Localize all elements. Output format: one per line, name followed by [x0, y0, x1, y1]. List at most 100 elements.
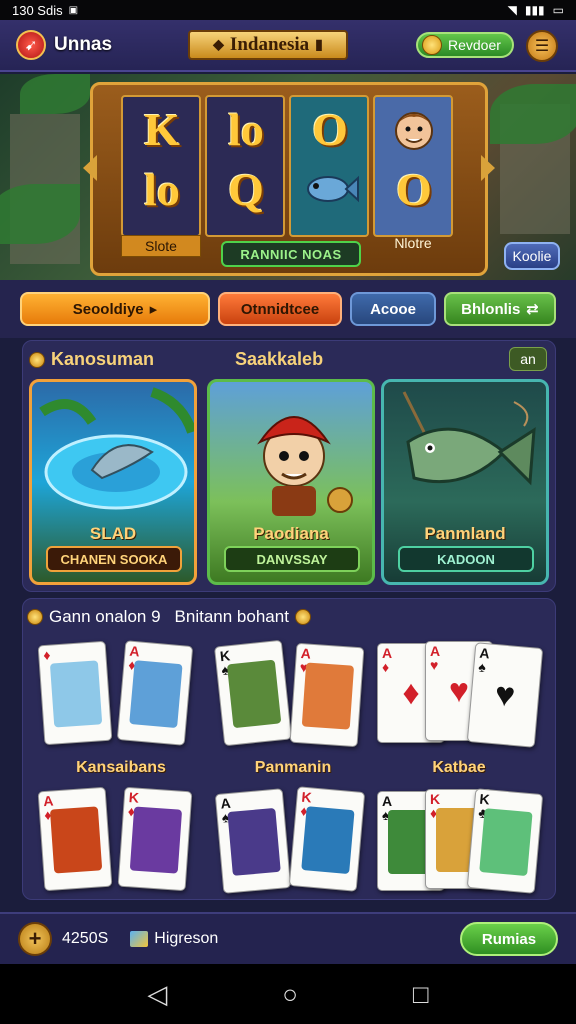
reel-3: O — [289, 95, 369, 237]
coin-icon — [422, 35, 442, 55]
reel-2: lo Q — [205, 95, 285, 237]
playing-card: K ♦ — [288, 786, 366, 892]
add-funds-button[interactable]: + — [18, 922, 52, 956]
game-card-1[interactable]: SLAD CHANEN SOOKA — [29, 379, 197, 585]
menu-icon: ☰ — [534, 38, 550, 55]
filter-label: Otnnidtcee — [240, 300, 320, 318]
filter-label: Acooe — [370, 300, 416, 318]
filter-label: Seooldiye — [72, 300, 144, 318]
card-group-heroes[interactable]: A ♠ K ♦ K ♣ — [375, 783, 544, 913]
playing-card: A ♠ ♥ — [466, 642, 544, 748]
reel-symbol: K — [144, 103, 180, 155]
action-button[interactable]: Rumias — [460, 922, 558, 956]
game-name: Panmland — [424, 524, 506, 543]
plus-icon: + — [28, 926, 42, 951]
balance-value: 4250S — [62, 930, 109, 947]
reel-4: O — [373, 95, 453, 237]
spin-badge[interactable]: RANNIIC NOAS — [221, 241, 361, 267]
game-play-button[interactable]: KADOON — [398, 546, 534, 572]
game-play-button[interactable]: CHANEN SOOKA — [46, 546, 182, 572]
section-header: Kanosuman — [29, 349, 154, 370]
system-nav-bar: ◁ ○ □ — [0, 964, 576, 1024]
reel-label: Slote — [121, 235, 201, 257]
reel-symbol: O — [312, 103, 348, 155]
menu-button[interactable]: ☰ — [526, 30, 558, 62]
playing-card: K ♠ — [213, 639, 293, 747]
ticket-icon: ◆ — [213, 37, 224, 53]
reel-symbol: Q — [228, 163, 264, 215]
recents-icon[interactable]: □ — [413, 979, 429, 1010]
playing-card: A ♠ — [214, 788, 292, 894]
back-icon[interactable]: ◁ — [147, 979, 167, 1010]
card-group-label: Panmanin — [254, 759, 332, 776]
playing-card: K ♦ — [117, 786, 193, 892]
status-bar: 130 Sdis ▣ ◥ ▮▮▮ ▭ — [0, 0, 576, 20]
filter-button-3[interactable]: Acooe — [350, 292, 436, 326]
progress-label[interactable]: Higreson — [154, 930, 218, 948]
filter-label: Bhlonlis — [461, 300, 521, 318]
next-arrow-icon[interactable] — [481, 155, 495, 181]
reel-symbol: lo — [228, 103, 264, 155]
game-name: SLAD — [89, 524, 137, 543]
coin-icon — [29, 351, 45, 368]
game-card-2[interactable]: Paodiana DANVSSAY — [207, 379, 375, 585]
big-fish-illustration-icon — [402, 391, 536, 486]
region-title: Indanesia — [229, 34, 310, 55]
signal-icon: ▮▮▮ — [524, 3, 545, 17]
card-group-hearts[interactable]: A ♦ ♦ A ♥ ♥ A ♠ ♥ — [375, 637, 544, 767]
prev-arrow-icon[interactable] — [83, 155, 97, 181]
card-group-fish-face[interactable]: K ♠ A ♥ — [209, 637, 377, 767]
dropdown-arrow-icon: ▸ — [149, 301, 158, 318]
card-group-fish[interactable]: ♦ A ♦ — [37, 637, 205, 767]
featured-games-panel: Kanosuman Saakkaleb an SLAD CHANEN SOOKA… — [22, 340, 556, 592]
filter-button-4[interactable]: Bhlonlis ⇄ — [444, 292, 556, 326]
section-title: Kanosuman — [51, 349, 155, 369]
progress-flag-icon — [130, 931, 149, 947]
coin-icon — [27, 609, 43, 625]
brand-logo[interactable]: ➹ Unnas — [16, 30, 112, 60]
koolie-button[interactable]: Koolie — [504, 242, 560, 270]
battery-icon: ▭ — [552, 3, 564, 17]
playing-card: A ♦ — [116, 640, 194, 746]
card-group-label: Katbae — [432, 759, 486, 776]
section-more-button[interactable]: an — [509, 347, 547, 371]
fish-lake-illustration-icon — [39, 387, 194, 510]
character-face-icon — [381, 101, 447, 157]
card-group-wizards[interactable]: A ♠ K ♦ — [209, 783, 377, 913]
brand-name: Unnas — [54, 34, 113, 55]
pirate-character-illustration-icon — [257, 416, 353, 516]
fish-symbol-icon — [297, 161, 363, 217]
status-time: 130 Sdis — [12, 2, 63, 18]
coin-balance-button[interactable]: Revdoer — [416, 32, 514, 58]
reel-symbol: lo — [144, 163, 180, 215]
section-header: Gann onalon 9 Bnitann bohant — [27, 607, 311, 627]
reel-symbol: O — [396, 163, 432, 215]
region-title-banner[interactable]: ◆ Indanesia ▮ — [188, 30, 348, 60]
hero-slot-banner: K lo Slote lo Q O O Nlotre RANNIIC NOAS … — [0, 74, 576, 280]
playing-card: K ♣ — [466, 788, 544, 894]
filter-bar: Seooldiye ▸ Otnnidtcee Acooe Bhlonlis ⇄ — [0, 280, 576, 338]
bottom-bar: + 4250S Higreson Rumias — [0, 912, 576, 964]
playing-card: A ♥ — [289, 642, 365, 748]
filter-button-2[interactable]: Otnnidtcee — [218, 292, 342, 326]
coin-icon — [294, 609, 311, 625]
swap-icon: ⇄ — [526, 301, 539, 318]
reel-1: K lo — [121, 95, 201, 237]
slot-machine-frame: K lo Slote lo Q O O Nlotre RANNIIC NOAS — [83, 82, 495, 276]
reel-label: Nlotre — [394, 235, 432, 251]
brand-emblem-icon: ➹ — [16, 30, 46, 60]
section-subtitle: Bnitann bohant — [174, 607, 289, 626]
game-play-button[interactable]: DANVSSAY — [224, 546, 360, 572]
home-icon[interactable]: ○ — [282, 979, 298, 1010]
game-name: Paodiana — [253, 524, 329, 543]
playing-card: ♦ — [37, 640, 113, 746]
game-card-3[interactable]: Panmland KADOON — [381, 379, 549, 585]
filter-button-1[interactable]: Seooldiye ▸ — [20, 292, 210, 326]
card-games-panel: Gann onalon 9 Bnitann bohant ♦ A ♦ K ♠ A ♥ … — [22, 598, 556, 900]
card-group-label: Kansaibans — [76, 759, 166, 776]
top-header: ➹ Unnas ◆ Indanesia ▮ Revdoer ☰ — [0, 20, 576, 72]
playing-card: A ♦ — [37, 786, 113, 892]
status-app-icon: ▣ — [68, 4, 79, 16]
banner-end-icon: ▮ — [315, 37, 323, 53]
card-group-pirates[interactable]: A ♦ K ♦ — [37, 783, 205, 913]
